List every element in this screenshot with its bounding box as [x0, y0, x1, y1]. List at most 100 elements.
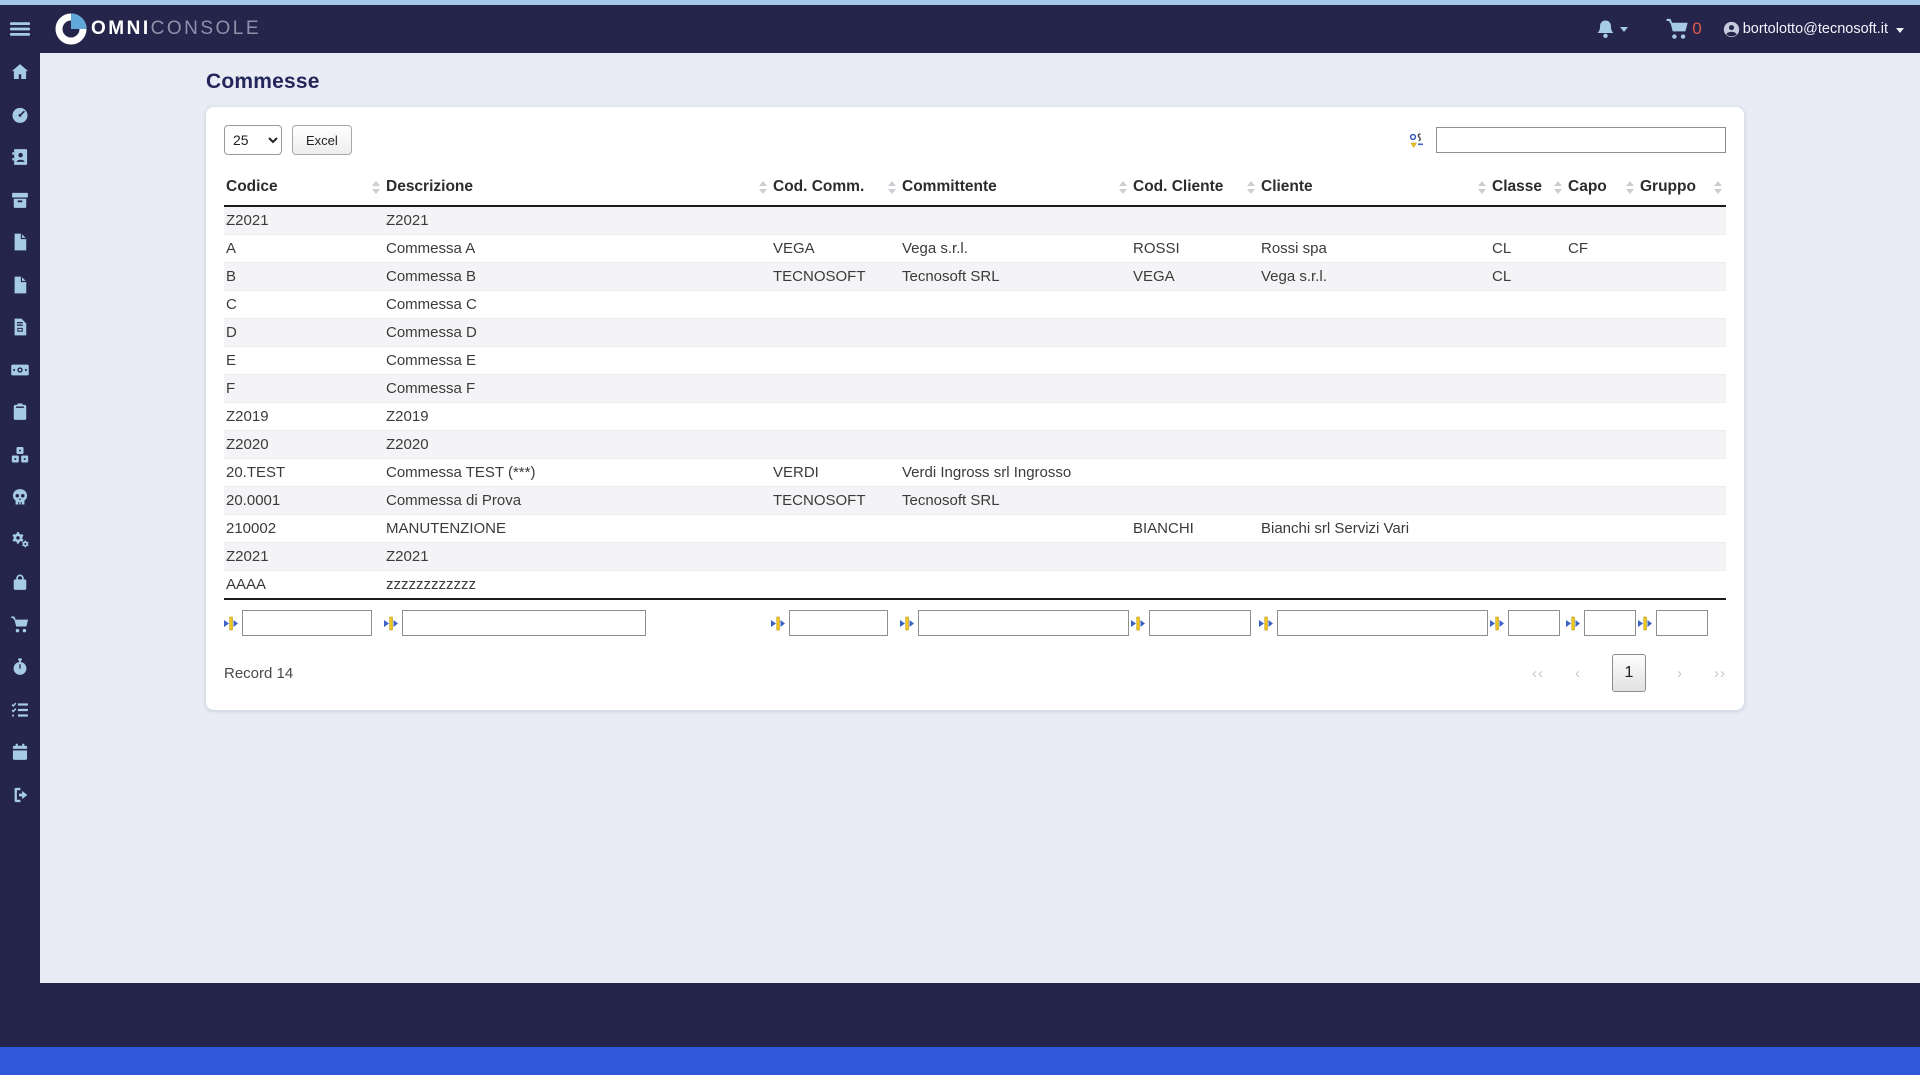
table-cell [1490, 374, 1566, 403]
filter-input-classe[interactable] [1508, 610, 1560, 636]
table-cell: CL [1490, 262, 1566, 291]
filter-cell [224, 599, 384, 640]
table-cell [1566, 206, 1638, 235]
global-search [1409, 127, 1726, 153]
global-search-input[interactable] [1436, 127, 1726, 153]
column-header-codice[interactable]: Codice [224, 170, 384, 207]
pagination-next[interactable]: › [1677, 665, 1683, 682]
sidebar-home-icon[interactable] [10, 62, 30, 82]
filter-input-codice[interactable] [242, 610, 372, 636]
table-cell: Commessa di Prova [384, 486, 771, 515]
table-cell: Z2019 [224, 402, 384, 431]
table-cell [1566, 374, 1638, 403]
sidebar-dashboard-gauge-icon[interactable] [10, 105, 30, 125]
table-cell: Bianchi srl Servizi Vari [1259, 514, 1490, 543]
sidebar-skull-icon[interactable] [10, 487, 30, 507]
table-row: Z2021 Z2021 [224, 542, 1726, 571]
column-header-classe[interactable]: Classe [1490, 170, 1566, 207]
table-cell [1490, 318, 1566, 347]
column-header-cliente[interactable]: Cliente [1259, 170, 1490, 207]
sidebar-shopping-bag-icon[interactable] [10, 572, 30, 592]
column-header-capo[interactable]: Capo [1566, 170, 1638, 207]
table-cell [1259, 542, 1490, 571]
table-cell: Z2019 [384, 402, 771, 431]
filter-input-gruppo[interactable] [1656, 610, 1708, 636]
pagination-page-1[interactable]: 1 [1612, 654, 1646, 692]
sidebar-clipboard-icon[interactable] [10, 402, 30, 422]
filter-input-committente[interactable] [918, 610, 1129, 636]
table-row: AAAA zzzzzzzzzzzz [224, 570, 1726, 600]
filter-icon [1490, 616, 1504, 630]
filter-input-cod-comm[interactable] [789, 610, 888, 636]
filter-cell [384, 599, 771, 640]
sidebar-calendar-icon[interactable] [10, 742, 30, 762]
sidebar-dice-icon[interactable] [10, 445, 30, 465]
table-cell: VERDI [771, 458, 900, 487]
filter-icon [900, 616, 914, 630]
table-cell: Commessa F [384, 374, 771, 403]
sidebar-stopwatch-icon[interactable] [10, 657, 30, 677]
table-row: 20.TEST Commessa TEST (***) VERDI Verdi Ing… [224, 458, 1726, 487]
filter-input-cliente[interactable] [1277, 610, 1488, 636]
table-cell: VEGA [771, 234, 900, 263]
excel-export-button[interactable]: Excel [292, 125, 352, 155]
table-cell [900, 290, 1131, 319]
table-cell: Commessa TEST (***) [384, 458, 771, 487]
table-cell [1638, 486, 1726, 515]
sort-icon [1119, 180, 1127, 194]
sidebar-file-icon[interactable] [10, 232, 30, 252]
sort-icon [1554, 180, 1562, 194]
filter-input-descrizione[interactable] [402, 610, 646, 636]
sort-icon [1478, 180, 1486, 194]
column-label: Capo [1568, 178, 1607, 195]
table-cell [1638, 346, 1726, 375]
table-row: 210002 MANUTENZIONE BIANCHI Bianchi srl Ser… [224, 514, 1726, 543]
table-cell: 20.TEST [224, 458, 384, 487]
table-cell [1259, 458, 1490, 487]
column-header-committente[interactable]: Committente [900, 170, 1131, 207]
pagination-first[interactable]: ‹‹ [1532, 665, 1544, 682]
chevron-down-icon [1896, 27, 1904, 33]
sidebar-task-list-icon[interactable] [10, 700, 30, 720]
user-email: bortolotto@tecnosoft.it [1742, 21, 1888, 37]
sidebar-file-invoice-icon[interactable] [10, 317, 30, 337]
column-header-cod-comm[interactable]: Cod. Comm. [771, 170, 900, 207]
sidebar-gears-icon[interactable] [10, 530, 31, 550]
table-cell [900, 374, 1131, 403]
cart-button[interactable]: 0 [1664, 17, 1702, 42]
sidebar-address-book-icon[interactable] [10, 147, 30, 167]
table-cell [1638, 542, 1726, 571]
table-header-row: Codice Descrizione Cod. Comm. Committente Co… [224, 170, 1726, 207]
navbar-right: 0 bortolotto@tecnosoft.it [1594, 17, 1920, 42]
table-cell [1490, 402, 1566, 431]
table-cell [1131, 318, 1259, 347]
page-size-select[interactable]: 25 [224, 125, 282, 155]
user-menu[interactable]: bortolotto@tecnosoft.it [1722, 20, 1904, 39]
table-cell: TECNOSOFT [771, 486, 900, 515]
column-header-cod-cliente[interactable]: Cod. Cliente [1131, 170, 1259, 207]
hamburger-menu-icon[interactable] [0, 17, 40, 41]
pie-chart-logo-icon [55, 13, 87, 45]
column-header-descrizione[interactable]: Descrizione [384, 170, 771, 207]
table-cell: AAAA [224, 570, 384, 600]
table-cell [1131, 458, 1259, 487]
filter-input-cod-cliente[interactable] [1149, 610, 1251, 636]
pagination-prev[interactable]: ‹ [1575, 665, 1581, 682]
pagination-last[interactable]: ›› [1714, 665, 1726, 682]
sidebar-logout-icon[interactable] [10, 785, 30, 805]
sidebar-file-icon[interactable] [10, 275, 30, 295]
column-header-gruppo[interactable]: Gruppo [1638, 170, 1726, 207]
table-cell [1566, 402, 1638, 431]
table-cell [771, 206, 900, 235]
filter-cell [1131, 599, 1259, 640]
filter-cell [771, 599, 900, 640]
sidebar-archive-box-icon[interactable] [10, 190, 30, 210]
table-cell [1638, 430, 1726, 459]
notifications-button[interactable] [1594, 18, 1629, 41]
table-cell [1259, 402, 1490, 431]
filter-input-capo[interactable] [1584, 610, 1636, 636]
sidebar-money-bill-icon[interactable] [9, 360, 31, 380]
sidebar-shopping-cart-icon[interactable] [9, 615, 31, 635]
table-cell [1490, 430, 1566, 459]
table-cell: Z2021 [384, 206, 771, 235]
